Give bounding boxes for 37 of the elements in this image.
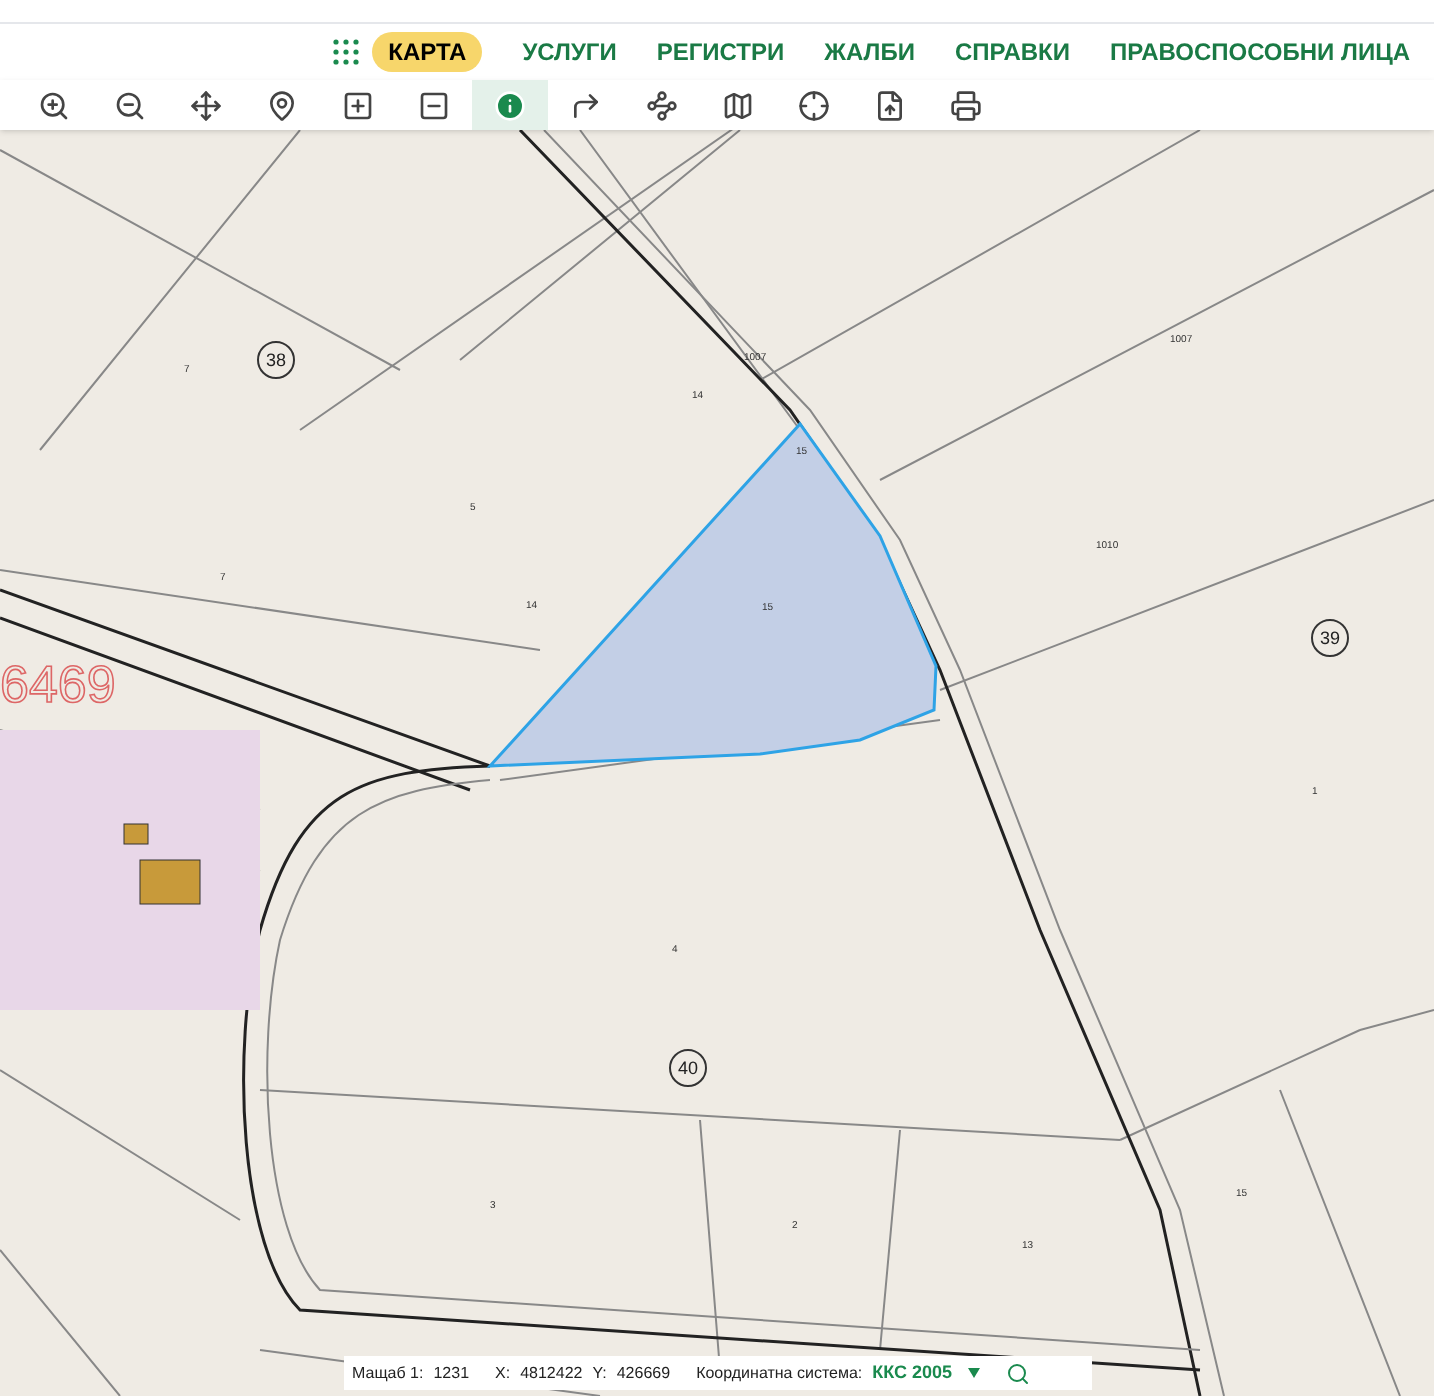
scale-value: 1231 (433, 1361, 470, 1385)
y-value: 426669 (616, 1361, 671, 1385)
square-minus-icon (418, 89, 450, 121)
info-tool[interactable] (472, 80, 548, 130)
crosshair-icon (798, 89, 830, 121)
map-pin-icon (266, 89, 298, 121)
x-value: 4812422 (520, 1361, 583, 1385)
block-number: 38 (257, 341, 295, 379)
district-number: 6469 (0, 654, 116, 714)
nav-link[interactable]: СПРАВКИ (954, 34, 1070, 70)
nav-link[interactable]: УСЛУГИ (522, 34, 617, 70)
scale-label: Мащаб 1: (352, 1361, 424, 1385)
square-plus-icon (342, 89, 374, 121)
x-label: X: (495, 1361, 511, 1385)
crs-label: Координатна система: (696, 1361, 863, 1385)
corner-icon (570, 89, 602, 121)
zoom-out-icon (114, 89, 146, 121)
polygon-icon (646, 89, 678, 121)
block-number: 40 (669, 1049, 707, 1087)
print-icon (950, 89, 982, 121)
building (123, 823, 149, 845)
info-icon (494, 89, 526, 121)
nav-link[interactable]: КАРТА (372, 32, 483, 72)
nav-link[interactable]: РЕГИСТРИ (656, 34, 785, 70)
search-icon[interactable] (1006, 1361, 1031, 1385)
apps-grid-icon[interactable] (332, 38, 361, 66)
move-icon (190, 89, 222, 121)
caret-icon (968, 1368, 981, 1378)
zoom-in-icon (38, 89, 70, 121)
crs-dropdown[interactable]: ККС 2005 (872, 1359, 981, 1387)
nav-link[interactable]: ЖАЛБИ (824, 34, 915, 70)
building (139, 859, 201, 905)
y-label: Y: (592, 1361, 607, 1385)
map-icon (722, 89, 754, 121)
block-number: 39 (1311, 619, 1349, 657)
file-upload-icon (874, 89, 906, 121)
nav-link[interactable]: ПРАВОСПОСОБНИ ЛИЦА (1110, 34, 1410, 70)
